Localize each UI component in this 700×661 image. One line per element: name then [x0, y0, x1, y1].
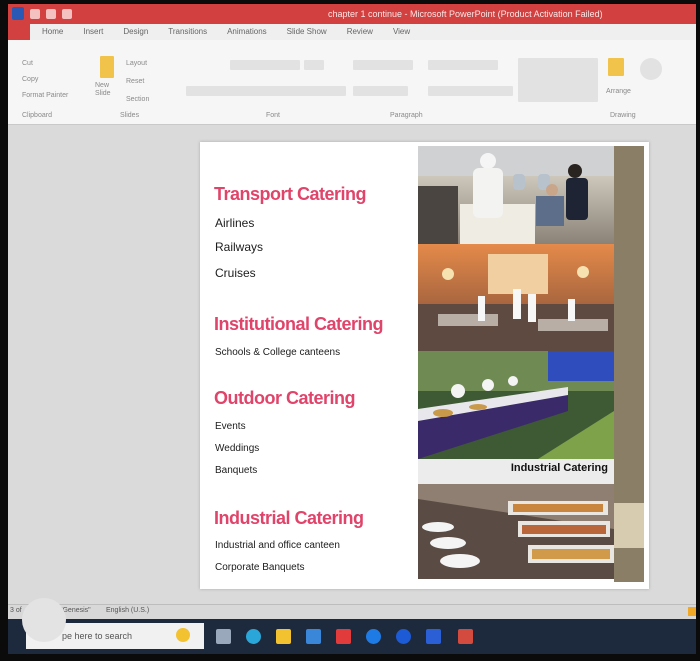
copy-button[interactable]: Copy — [22, 76, 38, 83]
list-item: Airlines — [215, 216, 255, 230]
new-slide-button[interactable]: New Slide — [95, 82, 121, 98]
list-item: Corporate Banquets — [215, 562, 305, 573]
outdoor-buffet-photo — [418, 351, 614, 459]
start-button-overlay[interactable] — [22, 598, 66, 642]
app-icon[interactable] — [396, 629, 411, 644]
decorative-strip — [614, 146, 644, 582]
file-explorer-icon[interactable] — [276, 629, 291, 644]
window-title: chapter 1 continue - Microsoft PowerPoin… — [328, 9, 603, 19]
list-item: Events — [215, 421, 246, 432]
heading-industrial-catering: Industrial Catering — [214, 508, 364, 528]
powerpoint-window: chapter 1 continue - Microsoft PowerPoin… — [8, 4, 696, 654]
industrial-catering-photo: Industrial Catering — [418, 459, 614, 579]
task-view-icon[interactable] — [216, 629, 231, 644]
cut-button[interactable]: Cut — [22, 60, 33, 67]
list-item: Banquets — [215, 465, 258, 476]
slide-canvas[interactable]: Transport Catering Airlines Railways Cru… — [200, 142, 649, 589]
list-item: Railways — [215, 240, 264, 254]
list-item: Industrial and office canteen — [215, 540, 340, 551]
section-button[interactable]: Section — [126, 96, 149, 103]
slide-number: 3 of — [10, 607, 22, 614]
group-label-slides: Slides — [120, 112, 140, 119]
ribbon-tabs: Home Insert Design Transitions Animation… — [8, 24, 696, 40]
tab-design[interactable]: Design — [123, 27, 148, 36]
convert-smartart-button[interactable] — [428, 86, 513, 96]
institutional-kitchen-photo — [418, 244, 614, 351]
tab-transitions[interactable]: Transitions — [168, 27, 207, 36]
windows-taskbar: pe here to search — [8, 619, 696, 654]
title-bar: chapter 1 continue - Microsoft PowerPoin… — [8, 4, 696, 24]
text-direction-button[interactable] — [428, 60, 498, 70]
font-name-box[interactable] — [230, 60, 300, 70]
tab-slide-show[interactable]: Slide Show — [287, 27, 327, 36]
language-indicator[interactable]: English (U.S.) — [106, 607, 149, 614]
alignment-buttons[interactable] — [353, 86, 408, 96]
heading-transport-catering: Transport Catering — [214, 184, 367, 204]
search-input[interactable]: pe here to search — [62, 631, 132, 641]
format-painter-button[interactable]: Format Painter — [22, 92, 68, 99]
tab-insert[interactable]: Insert — [83, 27, 103, 36]
font-format-buttons[interactable] — [186, 86, 346, 96]
font-size-box[interactable] — [304, 60, 324, 70]
quick-access-toolbar — [12, 7, 72, 20]
tab-animations[interactable]: Animations — [227, 27, 267, 36]
photo-caption: Industrial Catering — [510, 462, 608, 474]
heading-outdoor-catering: Outdoor Catering — [214, 388, 356, 408]
arrange-icon — [608, 58, 624, 76]
status-bar: 3 of "Genesis" English (U.S.) — [8, 604, 696, 619]
group-label-clipboard: Clipboard — [22, 112, 52, 119]
airline-catering-photo — [418, 146, 614, 244]
redo-icon[interactable] — [62, 8, 72, 19]
powerpoint-logo-icon — [12, 7, 24, 20]
list-item: Cruises — [215, 266, 256, 280]
file-tab[interactable] — [8, 24, 30, 40]
undo-icon[interactable] — [46, 8, 56, 19]
cortana-icon[interactable] — [176, 628, 190, 642]
powerpoint-icon[interactable] — [458, 629, 473, 644]
tab-home[interactable]: Home — [42, 27, 63, 36]
arrange-button[interactable]: Arrange — [606, 88, 631, 95]
shapes-gallery[interactable] — [518, 58, 598, 102]
save-icon[interactable] — [30, 8, 40, 19]
list-item: Weddings — [215, 443, 260, 454]
media-app-icon[interactable] — [336, 629, 351, 644]
list-buttons[interactable] — [353, 60, 413, 70]
group-label-font: Font — [266, 112, 281, 119]
mail-icon[interactable] — [306, 629, 321, 644]
heading-institutional-catering: Institutional Catering — [214, 314, 384, 334]
tab-view[interactable]: View — [393, 27, 410, 36]
status-marker — [688, 607, 696, 616]
list-item: Schools & College canteens — [215, 347, 341, 358]
word-icon[interactable] — [426, 629, 441, 644]
quick-styles-icon[interactable] — [640, 58, 662, 80]
layout-button[interactable]: Layout — [126, 60, 147, 67]
ribbon: Cut Copy Format Painter Clipboard New Sl… — [8, 40, 696, 125]
group-label-paragraph: Paragraph — [390, 112, 423, 119]
reset-button[interactable]: Reset — [126, 78, 144, 85]
edge-icon[interactable] — [246, 629, 261, 644]
new-slide-icon — [100, 56, 114, 78]
group-label-drawing: Drawing — [610, 112, 636, 119]
tab-review[interactable]: Review — [347, 27, 373, 36]
facebook-icon[interactable] — [366, 629, 381, 644]
